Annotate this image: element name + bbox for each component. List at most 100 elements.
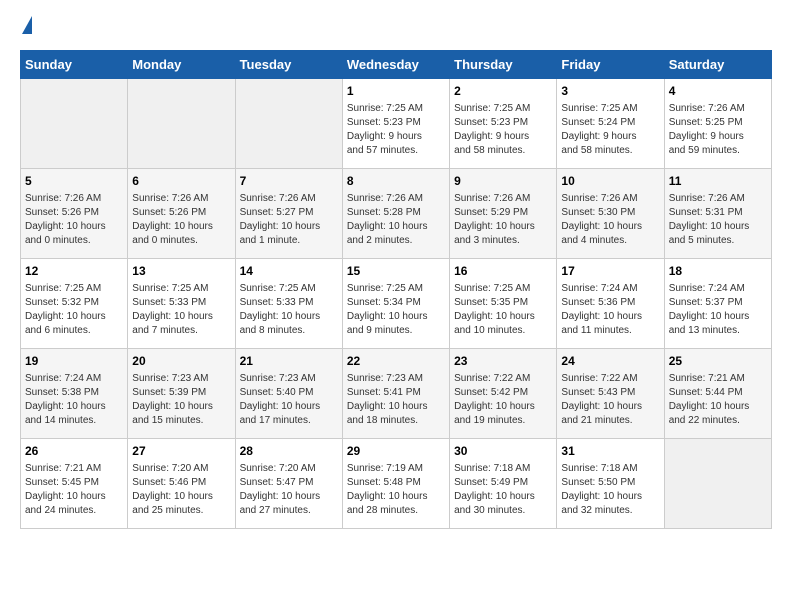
day-info: Sunrise: 7:18 AM Sunset: 5:49 PM Dayligh… [454,462,552,518]
day-number: 23 [454,353,552,370]
page-header [20,20,772,34]
calendar-cell: 11 Sunrise: 7:26 AM Sunset: 5:31 PM Dayli… [664,169,771,259]
calendar-cell [664,439,771,529]
day-info: Sunrise: 7:26 AM Sunset: 5:26 PM Dayligh… [25,192,123,248]
calendar-cell: 19 Sunrise: 7:24 AM Sunset: 5:38 PM Dayli… [21,349,128,439]
day-header-wednesday: Wednesday [342,51,449,79]
calendar-cell: 24 Sunrise: 7:22 AM Sunset: 5:43 PM Dayli… [557,349,664,439]
day-info: Sunrise: 7:26 AM Sunset: 5:26 PM Dayligh… [132,192,230,248]
day-number: 18 [669,263,767,280]
day-info: Sunrise: 7:21 AM Sunset: 5:45 PM Dayligh… [25,462,123,518]
calendar-cell: 1 Sunrise: 7:25 AM Sunset: 5:23 PM Daylig… [342,79,449,169]
calendar-cell: 22 Sunrise: 7:23 AM Sunset: 5:41 PM Dayli… [342,349,449,439]
day-info: Sunrise: 7:25 AM Sunset: 5:32 PM Dayligh… [25,282,123,338]
day-info: Sunrise: 7:23 AM Sunset: 5:39 PM Dayligh… [132,372,230,428]
day-info: Sunrise: 7:26 AM Sunset: 5:25 PM Dayligh… [669,102,767,158]
day-number: 31 [561,443,659,460]
calendar-cell: 23 Sunrise: 7:22 AM Sunset: 5:42 PM Dayli… [450,349,557,439]
day-info: Sunrise: 7:25 AM Sunset: 5:23 PM Dayligh… [347,102,445,158]
calendar-cell: 5 Sunrise: 7:26 AM Sunset: 5:26 PM Daylig… [21,169,128,259]
calendar-cell: 20 Sunrise: 7:23 AM Sunset: 5:39 PM Dayli… [128,349,235,439]
day-number: 10 [561,173,659,190]
day-info: Sunrise: 7:23 AM Sunset: 5:40 PM Dayligh… [240,372,338,428]
day-number: 8 [347,173,445,190]
day-info: Sunrise: 7:20 AM Sunset: 5:47 PM Dayligh… [240,462,338,518]
week-row-3: 12 Sunrise: 7:25 AM Sunset: 5:32 PM Dayli… [21,259,772,349]
day-number: 24 [561,353,659,370]
day-info: Sunrise: 7:25 AM Sunset: 5:24 PM Dayligh… [561,102,659,158]
day-info: Sunrise: 7:20 AM Sunset: 5:46 PM Dayligh… [132,462,230,518]
logo-triangle-icon [22,16,32,34]
calendar-cell: 7 Sunrise: 7:26 AM Sunset: 5:27 PM Daylig… [235,169,342,259]
day-number: 27 [132,443,230,460]
day-info: Sunrise: 7:24 AM Sunset: 5:37 PM Dayligh… [669,282,767,338]
calendar-cell: 14 Sunrise: 7:25 AM Sunset: 5:33 PM Dayli… [235,259,342,349]
calendar-cell: 17 Sunrise: 7:24 AM Sunset: 5:36 PM Dayli… [557,259,664,349]
calendar-body: 1 Sunrise: 7:25 AM Sunset: 5:23 PM Daylig… [21,79,772,529]
day-header-tuesday: Tuesday [235,51,342,79]
calendar-cell: 31 Sunrise: 7:18 AM Sunset: 5:50 PM Dayli… [557,439,664,529]
day-info: Sunrise: 7:23 AM Sunset: 5:41 PM Dayligh… [347,372,445,428]
week-row-4: 19 Sunrise: 7:24 AM Sunset: 5:38 PM Dayli… [21,349,772,439]
day-info: Sunrise: 7:21 AM Sunset: 5:44 PM Dayligh… [669,372,767,428]
calendar-cell: 27 Sunrise: 7:20 AM Sunset: 5:46 PM Dayli… [128,439,235,529]
day-info: Sunrise: 7:18 AM Sunset: 5:50 PM Dayligh… [561,462,659,518]
day-header-sunday: Sunday [21,51,128,79]
calendar-cell: 13 Sunrise: 7:25 AM Sunset: 5:33 PM Dayli… [128,259,235,349]
day-number: 13 [132,263,230,280]
day-number: 15 [347,263,445,280]
day-number: 19 [25,353,123,370]
calendar-cell: 26Sunrise: 7:21 AM Sunset: 5:45 PM Dayli… [21,439,128,529]
day-number: 29 [347,443,445,460]
calendar-cell: 9Sunrise: 7:26 AM Sunset: 5:29 PM Daylig… [450,169,557,259]
calendar-header: SundayMondayTuesdayWednesdayThursdayFrid… [21,51,772,79]
day-info: Sunrise: 7:24 AM Sunset: 5:38 PM Dayligh… [25,372,123,428]
calendar-table: SundayMondayTuesdayWednesdayThursdayFrid… [20,50,772,529]
calendar-cell: 28Sunrise: 7:20 AM Sunset: 5:47 PM Dayli… [235,439,342,529]
day-info: Sunrise: 7:24 AM Sunset: 5:36 PM Dayligh… [561,282,659,338]
day-info: Sunrise: 7:25 AM Sunset: 5:33 PM Dayligh… [240,282,338,338]
day-info: Sunrise: 7:26 AM Sunset: 5:27 PM Dayligh… [240,192,338,248]
day-header-monday: Monday [128,51,235,79]
calendar-cell [128,79,235,169]
day-number: 3 [561,83,659,100]
day-number: 20 [132,353,230,370]
day-header-friday: Friday [557,51,664,79]
day-number: 11 [669,173,767,190]
day-info: Sunrise: 7:22 AM Sunset: 5:43 PM Dayligh… [561,372,659,428]
day-info: Sunrise: 7:26 AM Sunset: 5:29 PM Dayligh… [454,192,552,248]
day-info: Sunrise: 7:26 AM Sunset: 5:31 PM Dayligh… [669,192,767,248]
day-info: Sunrise: 7:25 AM Sunset: 5:23 PM Dayligh… [454,102,552,158]
calendar-cell: 30 Sunrise: 7:18 AM Sunset: 5:49 PM Dayli… [450,439,557,529]
day-number: 5 [25,173,123,190]
logo [20,20,32,34]
day-info: Sunrise: 7:25 AM Sunset: 5:33 PM Dayligh… [132,282,230,338]
calendar-cell: 8Sunrise: 7:26 AM Sunset: 5:28 PM Daylig… [342,169,449,259]
week-row-1: 1 Sunrise: 7:25 AM Sunset: 5:23 PM Daylig… [21,79,772,169]
day-number: 22 [347,353,445,370]
day-number: 14 [240,263,338,280]
day-number: 25 [669,353,767,370]
day-info: Sunrise: 7:26 AM Sunset: 5:30 PM Dayligh… [561,192,659,248]
calendar-cell: 12 Sunrise: 7:25 AM Sunset: 5:32 PM Dayli… [21,259,128,349]
calendar-cell [235,79,342,169]
day-number: 12 [25,263,123,280]
day-number: 30 [454,443,552,460]
week-row-2: 5 Sunrise: 7:26 AM Sunset: 5:26 PM Daylig… [21,169,772,259]
day-info: Sunrise: 7:22 AM Sunset: 5:42 PM Dayligh… [454,372,552,428]
day-number: 7 [240,173,338,190]
day-number: 17 [561,263,659,280]
calendar-cell: 25 Sunrise: 7:21 AM Sunset: 5:44 PM Dayli… [664,349,771,439]
week-row-5: 26Sunrise: 7:21 AM Sunset: 5:45 PM Dayli… [21,439,772,529]
calendar-cell: 6Sunrise: 7:26 AM Sunset: 5:26 PM Daylig… [128,169,235,259]
day-info: Sunrise: 7:19 AM Sunset: 5:48 PM Dayligh… [347,462,445,518]
day-number: 2 [454,83,552,100]
day-number: 1 [347,83,445,100]
day-number: 21 [240,353,338,370]
day-number: 16 [454,263,552,280]
day-info: Sunrise: 7:25 AM Sunset: 5:35 PM Dayligh… [454,282,552,338]
calendar-cell: 10 Sunrise: 7:26 AM Sunset: 5:30 PM Dayli… [557,169,664,259]
day-info: Sunrise: 7:25 AM Sunset: 5:34 PM Dayligh… [347,282,445,338]
day-header-saturday: Saturday [664,51,771,79]
calendar-cell: 4Sunrise: 7:26 AM Sunset: 5:25 PM Daylig… [664,79,771,169]
